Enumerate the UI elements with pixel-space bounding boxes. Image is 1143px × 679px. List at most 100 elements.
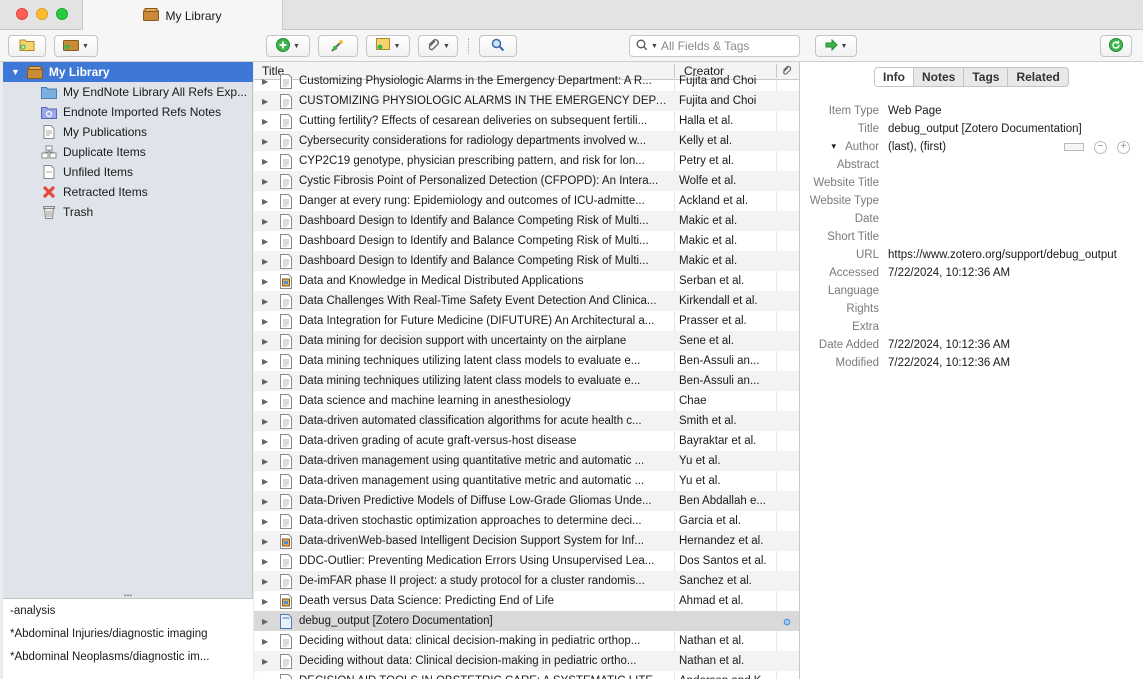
disclosure-triangle-icon[interactable]: ▶ [262,317,268,326]
field-value[interactable]: https://www.zotero.org/support/debug_out… [888,249,1138,261]
tab-related[interactable]: Related [1008,68,1067,86]
tab-notes[interactable]: Notes [914,68,965,86]
disclosure-triangle-icon[interactable]: ▶ [262,497,268,506]
disclosure-triangle-icon[interactable]: ▶ [262,337,268,346]
item-row[interactable]: ▶ Data mining techniques utilizing latent… [254,351,799,371]
item-row[interactable]: ▶ Customizing Physiologic Alarms in the E… [254,71,799,91]
locate-button[interactable]: ▼ [815,35,857,57]
creator-type-chevron-icon[interactable]: ▾ [831,141,836,152]
item-row[interactable]: ▶ De-imFAR phase II project: a study prot… [254,571,799,591]
advanced-search-button[interactable] [479,35,517,57]
disclosure-triangle-icon[interactable]: ▶ [262,537,268,546]
search-mode-chevron-icon[interactable]: ▼ [651,43,658,50]
item-row[interactable]: ▶ Data-driven management using quantitati… [254,471,799,491]
item-row[interactable]: ▶ Data Challenges With Real-Time Safety E… [254,291,799,311]
disclosure-triangle-icon[interactable]: ▶ [262,297,268,306]
item-row[interactable]: ▶ Danger at every rung: Epidemiology and … [254,191,799,211]
item-row[interactable]: ▶ Data-driven stochastic optimization app… [254,511,799,531]
field-value[interactable]: (last), (first) [888,141,1058,153]
collection-item[interactable]: My Publications [3,122,253,142]
disclosure-triangle-icon[interactable]: ▶ [262,417,268,426]
item-row[interactable]: ▶ Deciding without data: clinical decisio… [254,631,799,651]
add-attachment-button[interactable]: ▼ [418,35,458,57]
item-row[interactable]: ▶ Data mining techniques utilizing latent… [254,371,799,391]
item-row[interactable]: ▶ Dashboard Design to Identify and Balanc… [254,231,799,251]
collection-item[interactable]: Endnote Imported Refs Notes [3,102,253,122]
field-value[interactable]: 7/22/2024, 10:12:36 AM [888,339,1138,351]
collection-item[interactable]: ▼ My Library [3,62,253,82]
window-close-button[interactable] [16,8,28,20]
item-row[interactable]: ▶ Data mining for decision support with u… [254,331,799,351]
disclosure-triangle-icon[interactable]: ▶ [262,117,268,126]
item-row[interactable]: ▶ Dashboard Design to Identify and Balanc… [254,251,799,271]
disclosure-triangle-icon[interactable]: ▶ [262,617,268,626]
tab-info[interactable]: Info [875,68,914,86]
disclosure-triangle-icon[interactable]: ▶ [262,577,268,586]
add-by-identifier-button[interactable] [318,35,358,57]
item-row[interactable]: ▶ DDC-Outlier: Preventing Medication Erro… [254,551,799,571]
item-row[interactable]: ▶ Data-driven automated classification al… [254,411,799,431]
disclosure-triangle-icon[interactable]: ▶ [262,257,268,266]
item-row[interactable]: ▶ Cybersecurity considerations for radiol… [254,131,799,151]
item-row[interactable]: ▶ Data and Knowledge in Medical Distribut… [254,271,799,291]
search-input[interactable] [660,39,791,53]
disclosure-triangle-icon[interactable]: ▼ [11,67,20,77]
disclosure-triangle-icon[interactable]: ▶ [262,557,268,566]
new-library-button[interactable]: ▼ [54,35,98,57]
field-value[interactable]: 7/22/2024, 10:12:36 AM [888,267,1138,279]
tab-my-library[interactable]: My Library [82,0,283,31]
disclosure-triangle-icon[interactable]: ▶ [262,637,268,646]
field-value[interactable]: 7/22/2024, 10:12:36 AM [888,357,1138,369]
collection-item[interactable]: Unfiled Items [3,162,253,182]
add-creator-button[interactable]: + [1117,141,1130,154]
disclosure-triangle-icon[interactable]: ▶ [262,137,268,146]
field-value[interactable]: debug_output [Zotero Documentation] [888,123,1138,135]
item-row[interactable]: ▶ Data-Driven Predictive Models of Diffus… [254,491,799,511]
tab-tags[interactable]: Tags [964,68,1009,86]
sync-button[interactable] [1100,35,1132,57]
item-row[interactable]: ▶ Data-drivenWeb-based Intelligent Decisi… [254,531,799,551]
disclosure-triangle-icon[interactable]: ▶ [262,277,268,286]
disclosure-triangle-icon[interactable]: ▶ [262,377,268,386]
disclosure-triangle-icon[interactable]: ▶ [262,217,268,226]
disclosure-triangle-icon[interactable]: ▶ [262,517,268,526]
window-minimize-button[interactable] [36,8,48,20]
item-row[interactable]: ▶ Data science and machine learning in an… [254,391,799,411]
item-row[interactable]: ▶ Data-driven management using quantitati… [254,451,799,471]
item-row[interactable]: ▶ Cutting fertility? Effects of cesarean … [254,111,799,131]
item-row[interactable]: ▶ Deciding without data: Clinical decisio… [254,651,799,671]
disclosure-triangle-icon[interactable]: ▶ [262,437,268,446]
item-row[interactable]: ▶ Data-driven grading of acute graft-vers… [254,431,799,451]
tag-item[interactable]: *Abdominal Injuries/diagnostic imaging [10,628,208,640]
disclosure-triangle-icon[interactable]: ▶ [262,397,268,406]
disclosure-triangle-icon[interactable]: ▶ [262,157,268,166]
item-row[interactable]: ▶DECISION AID TOOLS IN OBSTETRIC CARE: A… [254,671,799,679]
disclosure-triangle-icon[interactable]: ▶ [262,357,268,366]
tag-item[interactable]: -analysis [10,605,55,617]
disclosure-triangle-icon[interactable]: ▶ [262,597,268,606]
item-row[interactable]: ▶ Dashboard Design to Identify and Balanc… [254,211,799,231]
remove-creator-button[interactable]: − [1094,141,1107,154]
collection-item[interactable]: Trash [3,202,253,222]
attachment-dot-icon[interactable] [783,617,791,626]
new-item-button[interactable]: ▼ [266,35,310,57]
item-row[interactable]: ▶ Death versus Data Science: Predicting E… [254,591,799,611]
collection-item[interactable]: My EndNote Library All Refs Exp... [3,82,253,102]
item-row[interactable]: ▶ Data Integration for Future Medicine (D… [254,311,799,331]
collection-item[interactable]: Retracted Items [3,182,253,202]
disclosure-triangle-icon[interactable]: ▶ [262,457,268,466]
disclosure-triangle-icon[interactable]: ▶ [262,97,268,106]
disclosure-triangle-icon[interactable]: ▶ [262,77,268,86]
disclosure-triangle-icon[interactable]: ▶ [262,177,268,186]
new-note-button[interactable]: ▼ [366,35,410,57]
field-value[interactable]: Web Page [888,105,1138,117]
window-zoom-button[interactable] [56,8,68,20]
search-field[interactable]: ▼ [629,35,800,57]
tag-item[interactable]: *Abdominal Neoplasms/diagnostic im... [10,651,209,663]
item-row[interactable]: ▶ Cystic Fibrosis Point of Personalized D… [254,171,799,191]
item-row[interactable]: ▶ CYP2C19 genotype, physician prescribing… [254,151,799,171]
disclosure-triangle-icon[interactable]: ▶ [262,477,268,486]
item-row[interactable]: ▶ CUSTOMIZING PHYSIOLOGIC ALARMS IN THE E… [254,91,799,111]
disclosure-triangle-icon[interactable]: ▶ [262,657,268,666]
collection-item[interactable]: Duplicate Items [3,142,253,162]
